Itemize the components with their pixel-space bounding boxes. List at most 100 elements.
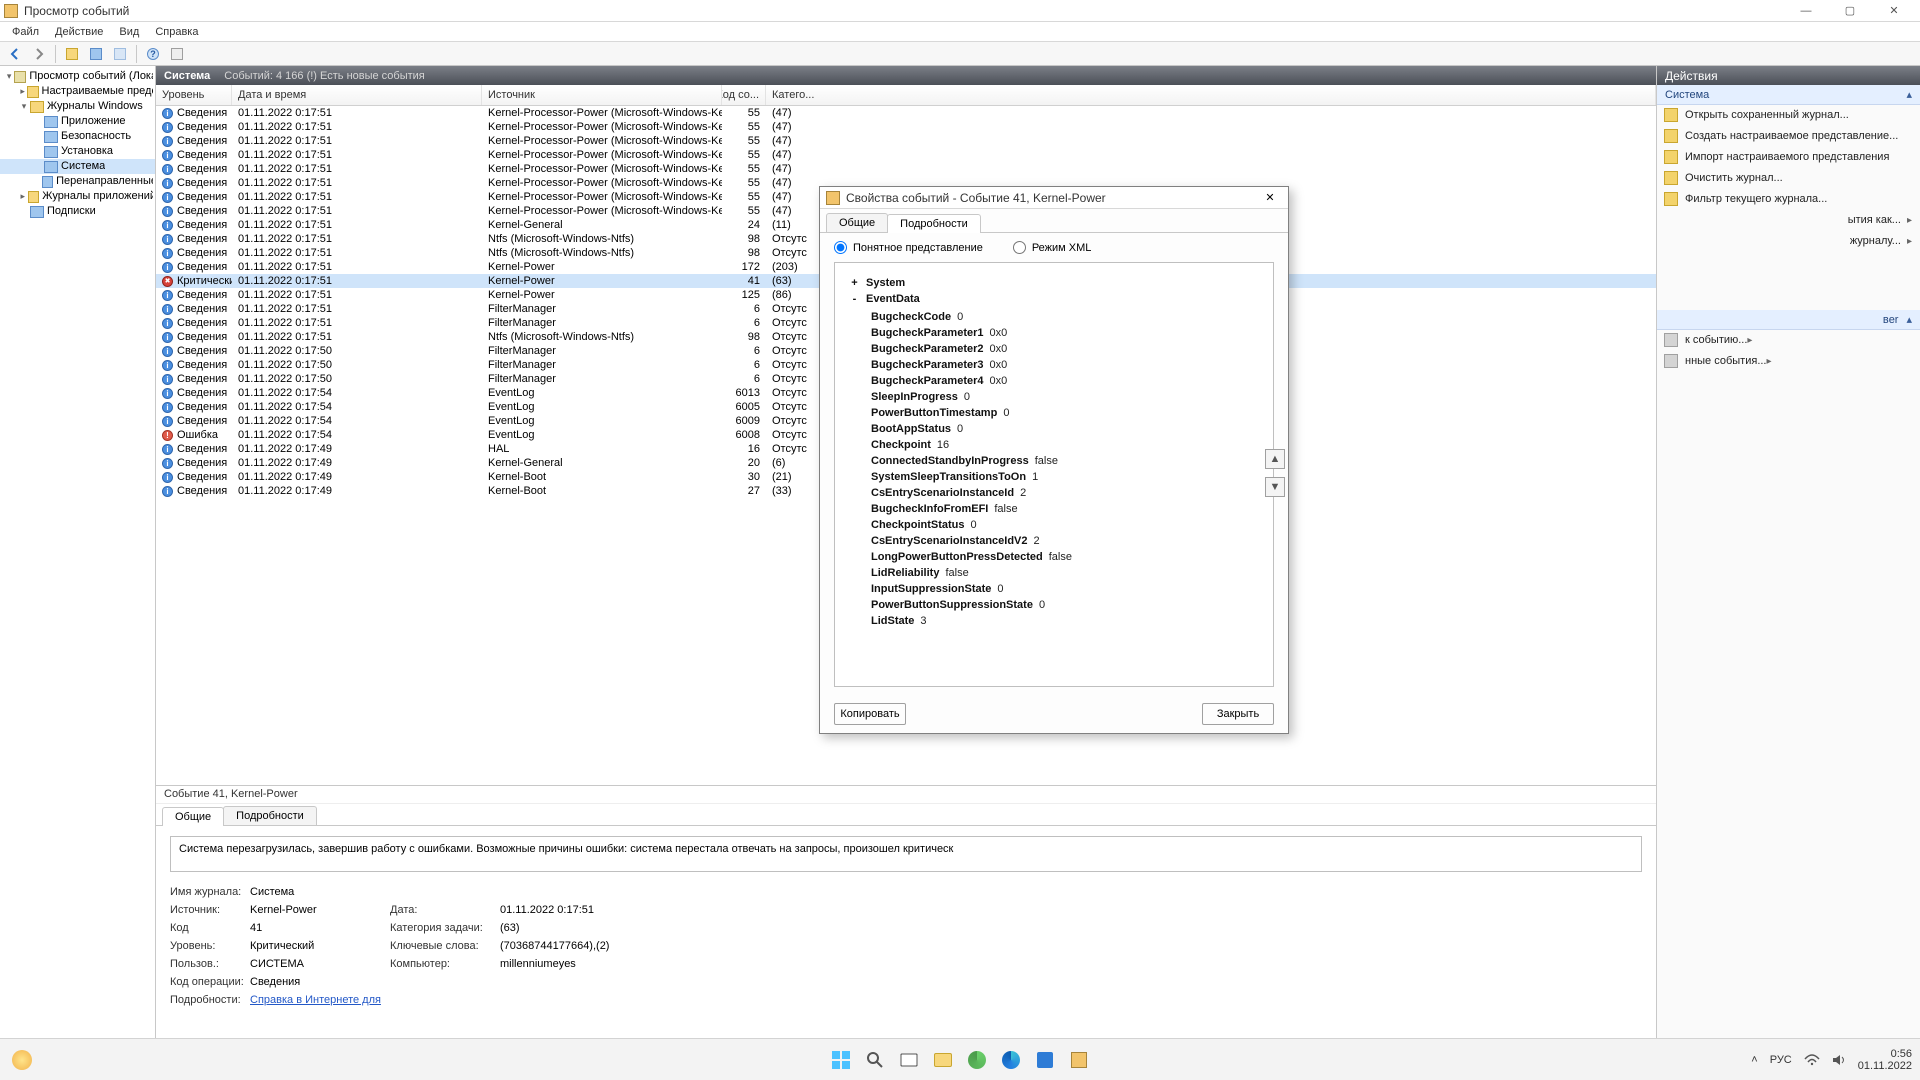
store-icon[interactable] (1032, 1047, 1058, 1073)
eventdata-item: BugcheckParameter20x0 (849, 341, 1259, 357)
detail-tab-general[interactable]: Общие (162, 807, 224, 826)
cell-src: Kernel-General (482, 456, 722, 470)
maximize-button[interactable]: ▢ (1828, 1, 1872, 21)
eventvwr-taskbar-icon[interactable] (1066, 1047, 1092, 1073)
level-info-icon (162, 122, 173, 133)
close-button[interactable]: Закрыть (1202, 703, 1274, 725)
cell-date: 01.11.2022 0:17:51 (232, 190, 482, 204)
tree-node[interactable]: Перенаправленные соб (0, 174, 155, 189)
action-item[interactable]: Импорт настраиваемого представления (1657, 147, 1920, 168)
tree-caret-icon[interactable]: ▸ (18, 189, 28, 204)
level-text: Сведения (177, 443, 227, 455)
wifi-icon[interactable] (1804, 1054, 1820, 1066)
menu-view[interactable]: Вид (111, 24, 147, 40)
node-eventdata[interactable]: -EventData (849, 293, 1259, 305)
tree-node[interactable]: Подписки (0, 204, 155, 219)
node-system[interactable]: +System (849, 277, 1259, 289)
action-item[interactable]: к событию...▸ (1657, 330, 1920, 351)
taskbar[interactable]: ˄ РУС 0:56 01.11.2022 (0, 1038, 1920, 1080)
tree-node[interactable]: Система (0, 159, 155, 174)
prev-event-button[interactable]: ▲ (1265, 449, 1285, 469)
radio-friendly[interactable]: Понятное представление (834, 241, 983, 254)
dialog-tab-general[interactable]: Общие (826, 213, 888, 232)
tree-caret-icon[interactable]: ▸ (18, 84, 27, 99)
table-row[interactable]: Сведения01.11.2022 0:17:51Kernel-Process… (156, 120, 1656, 134)
dialog-body[interactable]: +System -EventData BugcheckCode0Bugcheck… (834, 262, 1274, 687)
cell-code: 6 (722, 302, 766, 316)
start-button[interactable] (828, 1047, 854, 1073)
col-cat[interactable]: Катего... (766, 85, 1656, 105)
tree-caret-icon[interactable]: ▾ (4, 69, 14, 84)
menu-file[interactable]: Файл (4, 24, 47, 40)
action-item[interactable]: Открыть сохраненный журнал... (1657, 105, 1920, 126)
taskview-button[interactable] (896, 1047, 922, 1073)
clock[interactable]: 0:56 01.11.2022 (1858, 1048, 1912, 1072)
table-row[interactable]: Сведения01.11.2022 0:17:51Kernel-Process… (156, 162, 1656, 176)
col-level[interactable]: Уровень (156, 85, 232, 105)
tree-node[interactable]: ▸Настраиваемые представле (0, 84, 155, 99)
tree-node[interactable]: Установка (0, 144, 155, 159)
help-button[interactable]: ? (142, 44, 164, 64)
back-button[interactable] (4, 44, 26, 64)
table-row[interactable]: Сведения01.11.2022 0:17:51Kernel-Process… (156, 106, 1656, 120)
tree-node[interactable]: Приложение (0, 114, 155, 129)
forward-button[interactable] (28, 44, 50, 64)
radio-xml-input[interactable] (1013, 241, 1026, 254)
table-row[interactable]: Сведения01.11.2022 0:17:51Kernel-Process… (156, 134, 1656, 148)
action-item[interactable]: Создать настраиваемое представление... (1657, 126, 1920, 147)
action-item[interactable]: Фильтр текущего журнала... (1657, 189, 1920, 210)
props-button[interactable] (166, 44, 188, 64)
radio-xml[interactable]: Режим XML (1013, 241, 1092, 254)
table-row[interactable]: Сведения01.11.2022 0:17:51Kernel-Process… (156, 148, 1656, 162)
action-item[interactable]: Очистить журнал... (1657, 168, 1920, 189)
next-event-button[interactable]: ▼ (1265, 477, 1285, 497)
dialog-title: Свойства событий - Событие 41, Kernel-Po… (846, 191, 1258, 205)
close-button[interactable]: ✕ (1872, 1, 1916, 21)
chevron-right-icon: ▸ (1767, 356, 1772, 367)
cell-date: 01.11.2022 0:17:49 (232, 456, 482, 470)
dialog-tab-details[interactable]: Подробности (887, 214, 981, 233)
cell-src: FilterManager (482, 358, 722, 372)
minimize-button[interactable]: — (1784, 1, 1828, 21)
explorer-icon[interactable] (930, 1047, 956, 1073)
level-text: Сведения (177, 317, 227, 329)
level-text: Сведения (177, 401, 227, 413)
col-code[interactable]: Код со... (722, 85, 766, 105)
layout-button-2[interactable] (109, 44, 131, 64)
app-icon-1[interactable] (964, 1047, 990, 1073)
tray-chevron-icon[interactable]: ˄ (1751, 1054, 1757, 1066)
level-text: Ошибка (177, 429, 218, 441)
tree-node[interactable]: ▾Журналы Windows (0, 99, 155, 114)
kv-more-link[interactable]: Справка в Интернете для (250, 994, 390, 1006)
weather-widget[interactable] (0, 1050, 44, 1070)
level-text: Сведения (177, 303, 227, 315)
action-item[interactable]: ытия как...▸ (1657, 210, 1920, 231)
cell-date: 01.11.2022 0:17:50 (232, 344, 482, 358)
radio-friendly-input[interactable] (834, 241, 847, 254)
kv-cat-v: (63) (500, 922, 800, 934)
menu-help[interactable]: Справка (147, 24, 206, 40)
col-date[interactable]: Дата и время (232, 85, 482, 105)
tree-node[interactable]: ▾Просмотр событий (Локальн (0, 69, 155, 84)
cell-cat: (47) (766, 134, 1656, 148)
detail-tab-details[interactable]: Подробности (223, 806, 317, 825)
edge-icon[interactable] (998, 1047, 1024, 1073)
dialog-close-icon[interactable]: ✕ (1258, 189, 1282, 207)
event-properties-dialog[interactable]: Свойства событий - Событие 41, Kernel-Po… (819, 186, 1289, 734)
col-src[interactable]: Источник (482, 85, 722, 105)
volume-icon[interactable] (1832, 1054, 1846, 1066)
menu-action[interactable]: Действие (47, 24, 111, 40)
search-button[interactable] (862, 1047, 888, 1073)
layout-button-1[interactable] (85, 44, 107, 64)
show-hide-tree-button[interactable] (61, 44, 83, 64)
tree-node[interactable]: ▸Журналы приложений и сл (0, 189, 155, 204)
tree-caret-icon[interactable]: ▾ (18, 99, 30, 114)
nav-tree[interactable]: ▾Просмотр событий (Локальн▸Настраиваемые… (0, 66, 156, 1038)
eventdata-item: LidReliabilityfalse (849, 565, 1259, 581)
tree-node[interactable]: Безопасность (0, 129, 155, 144)
toolbar: ? (0, 42, 1920, 66)
lang-indicator[interactable]: РУС (1770, 1054, 1792, 1066)
copy-button[interactable]: Копировать (834, 703, 906, 725)
action-item[interactable]: нные события...▸ (1657, 351, 1920, 372)
action-item[interactable]: журналу...▸ (1657, 231, 1920, 252)
